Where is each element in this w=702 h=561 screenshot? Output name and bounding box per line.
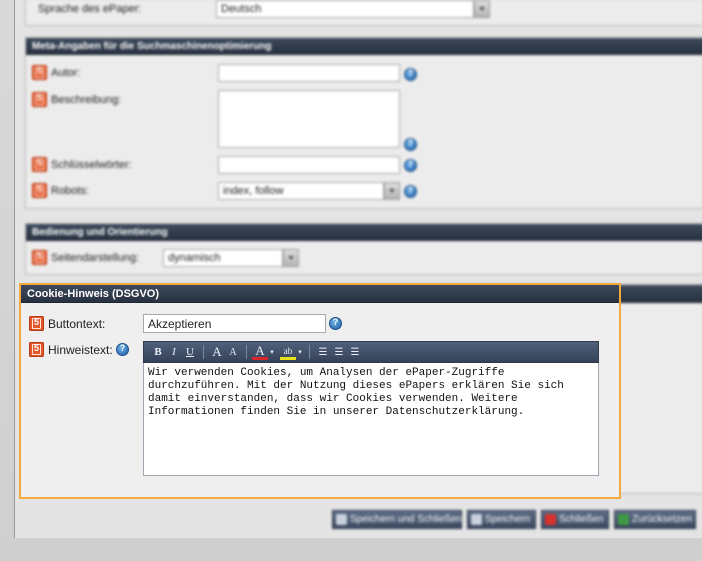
save-and-close-button[interactable]: Speichern und Schließen <box>332 510 462 529</box>
robots-label: Robots: <box>51 184 89 197</box>
author-input[interactable] <box>218 64 400 82</box>
close-label: Schließen <box>559 514 604 525</box>
underline-button[interactable]: U <box>182 346 198 358</box>
description-label: Beschreibung: <box>51 93 122 106</box>
align-left-icon[interactable]: ☰ <box>315 347 331 358</box>
button-text-input[interactable]: Akzeptieren <box>143 314 326 333</box>
floppy-icon <box>471 514 482 525</box>
keywords-label: Schlüsselwörter: <box>51 158 132 171</box>
language-panel: Sprache des ePaper: Deutsch <box>25 0 702 26</box>
editor-toolbar: B I U A A A ▾ ab ▾ ☰ ☰ ☰ <box>143 341 599 363</box>
html5-icon <box>29 342 44 357</box>
help-icon[interactable] <box>404 138 417 151</box>
button-text-label: Buttontext: <box>48 316 106 331</box>
keywords-row: Schlüsselwörter: <box>32 157 132 172</box>
reset-icon <box>618 514 629 525</box>
help-icon[interactable] <box>404 159 417 172</box>
align-right-icon[interactable]: ☰ <box>347 347 363 358</box>
save-label: Speichern <box>485 514 531 525</box>
help-icon[interactable] <box>404 68 417 81</box>
language-dropdown-button[interactable] <box>474 0 490 18</box>
italic-button[interactable]: I <box>166 346 182 358</box>
page-display-row: Seitendarstellung: <box>32 250 139 265</box>
reset-label: Zurücksetzen <box>632 514 693 525</box>
page-display-select[interactable]: dynamisch <box>163 249 283 267</box>
author-label: Autor: <box>51 66 81 79</box>
toolbar-separator <box>203 345 204 359</box>
save-and-close-label: Speichern und Schließen <box>350 514 462 525</box>
decrease-font-size-button[interactable]: A <box>225 347 241 358</box>
navigation-panel: Bedienung und Orientierung Seitendarstel… <box>25 223 702 275</box>
author-row: Autor: <box>32 65 80 80</box>
notice-text-row: Hinweistext: <box>29 342 113 357</box>
html5-icon <box>32 250 47 265</box>
increase-font-size-button[interactable]: A <box>209 344 225 360</box>
robots-select[interactable]: index, follow <box>218 182 384 200</box>
html5-icon <box>32 183 47 198</box>
help-icon[interactable] <box>116 343 129 356</box>
page-display-label: Seitendarstellung: <box>51 251 140 264</box>
bold-button[interactable]: B <box>150 346 166 358</box>
html5-icon <box>29 316 44 331</box>
cookie-panel-title: Cookie-Hinweis (DSGVO) <box>21 285 619 303</box>
toolbar-separator <box>309 345 310 359</box>
meta-panel-title: Meta-Angaben für die Suchmaschinenoptimi… <box>26 38 702 55</box>
language-select[interactable]: Deutsch <box>216 0 474 18</box>
robots-dropdown-button[interactable] <box>384 182 400 200</box>
description-row: Beschreibung: <box>32 92 121 107</box>
help-icon[interactable] <box>329 317 342 330</box>
toolbar-separator <box>246 345 247 359</box>
language-label: Sprache des ePaper: <box>38 3 142 15</box>
close-icon <box>545 514 556 525</box>
keywords-input[interactable] <box>218 156 400 174</box>
align-center-icon[interactable]: ☰ <box>331 347 347 358</box>
floppy-icon <box>336 514 347 525</box>
font-color-button[interactable]: A <box>252 344 268 360</box>
navigation-panel-title: Bedienung und Orientierung <box>26 224 702 241</box>
meta-panel: Meta-Angaben für die Suchmaschinenoptimi… <box>25 37 702 209</box>
robots-row: Robots: <box>32 183 89 198</box>
notice-text-label: Hinweistext: <box>48 342 113 357</box>
html5-icon <box>32 92 47 107</box>
description-textarea[interactable] <box>218 90 400 148</box>
html5-icon <box>32 157 47 172</box>
close-button[interactable]: Schließen <box>541 510 609 529</box>
reset-button[interactable]: Zurücksetzen <box>614 510 696 529</box>
button-text-row: Buttontext: <box>29 316 105 331</box>
notice-text-editor[interactable]: Wir verwenden Cookies, um Analysen der e… <box>143 363 599 476</box>
chevron-down-icon[interactable]: ▾ <box>268 348 276 356</box>
page-display-dropdown-button[interactable] <box>283 249 299 267</box>
language-row: Sprache des ePaper: <box>34 3 141 15</box>
chevron-down-icon[interactable]: ▾ <box>296 348 304 356</box>
save-button[interactable]: Speichern <box>467 510 536 529</box>
highlight-color-button[interactable]: ab <box>280 345 296 360</box>
html5-icon <box>32 65 47 80</box>
help-icon[interactable] <box>404 185 417 198</box>
